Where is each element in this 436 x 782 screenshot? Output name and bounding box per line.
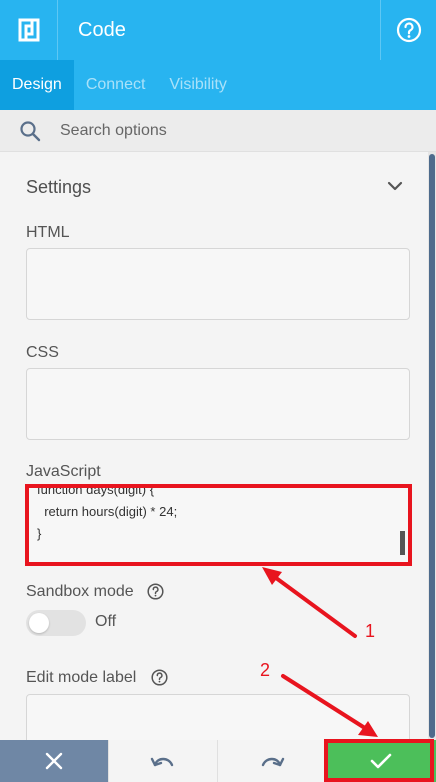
- tab-bar: Design Connect Visibility: [0, 60, 436, 110]
- section-title: Settings: [26, 177, 92, 197]
- sandbox-mode-toggle[interactable]: [26, 610, 86, 636]
- tab-connect[interactable]: Connect: [74, 60, 158, 110]
- search-input[interactable]: [60, 121, 400, 140]
- panel-scrollbar[interactable]: [428, 152, 436, 740]
- help-icon[interactable]: [151, 669, 168, 691]
- redo-button[interactable]: [217, 740, 326, 782]
- cancel-button[interactable]: [0, 740, 108, 782]
- css-field[interactable]: [26, 368, 410, 440]
- sandbox-mode-state: Off: [95, 613, 117, 630]
- search-bar: [0, 110, 436, 152]
- help-icon[interactable]: [147, 583, 164, 605]
- css-label: CSS: [26, 344, 59, 361]
- help-icon[interactable]: [380, 0, 436, 60]
- html-field[interactable]: [26, 248, 410, 320]
- annotation-number-1: 1: [365, 621, 376, 641]
- settings-panel: Settings HTML CSS JavaScript function da…: [0, 152, 428, 740]
- tab-visibility[interactable]: Visibility: [157, 60, 239, 110]
- undo-button[interactable]: [108, 740, 217, 782]
- scrollbar-thumb[interactable]: [429, 154, 435, 738]
- chevron-down-icon[interactable]: [386, 179, 404, 197]
- page-title: Code: [78, 18, 126, 41]
- javascript-label: JavaScript: [26, 463, 101, 480]
- close-icon: [45, 752, 63, 770]
- html-label: HTML: [26, 224, 70, 241]
- tab-design[interactable]: Design: [0, 60, 74, 110]
- edit-mode-label-field[interactable]: [26, 694, 410, 740]
- toggle-knob: [29, 613, 49, 633]
- edit-mode-label: Edit mode label: [26, 669, 137, 686]
- annotation-number-2: 2: [260, 660, 271, 680]
- undo-icon: [150, 757, 174, 767]
- sandbox-mode-label: Sandbox mode: [26, 583, 134, 600]
- annotation-box-save: [324, 739, 434, 782]
- search-icon: [0, 110, 60, 152]
- header: Code: [0, 0, 436, 60]
- annotation-box-javascript: [25, 484, 412, 566]
- app-logo-icon[interactable]: [0, 0, 58, 60]
- redo-icon: [261, 757, 285, 767]
